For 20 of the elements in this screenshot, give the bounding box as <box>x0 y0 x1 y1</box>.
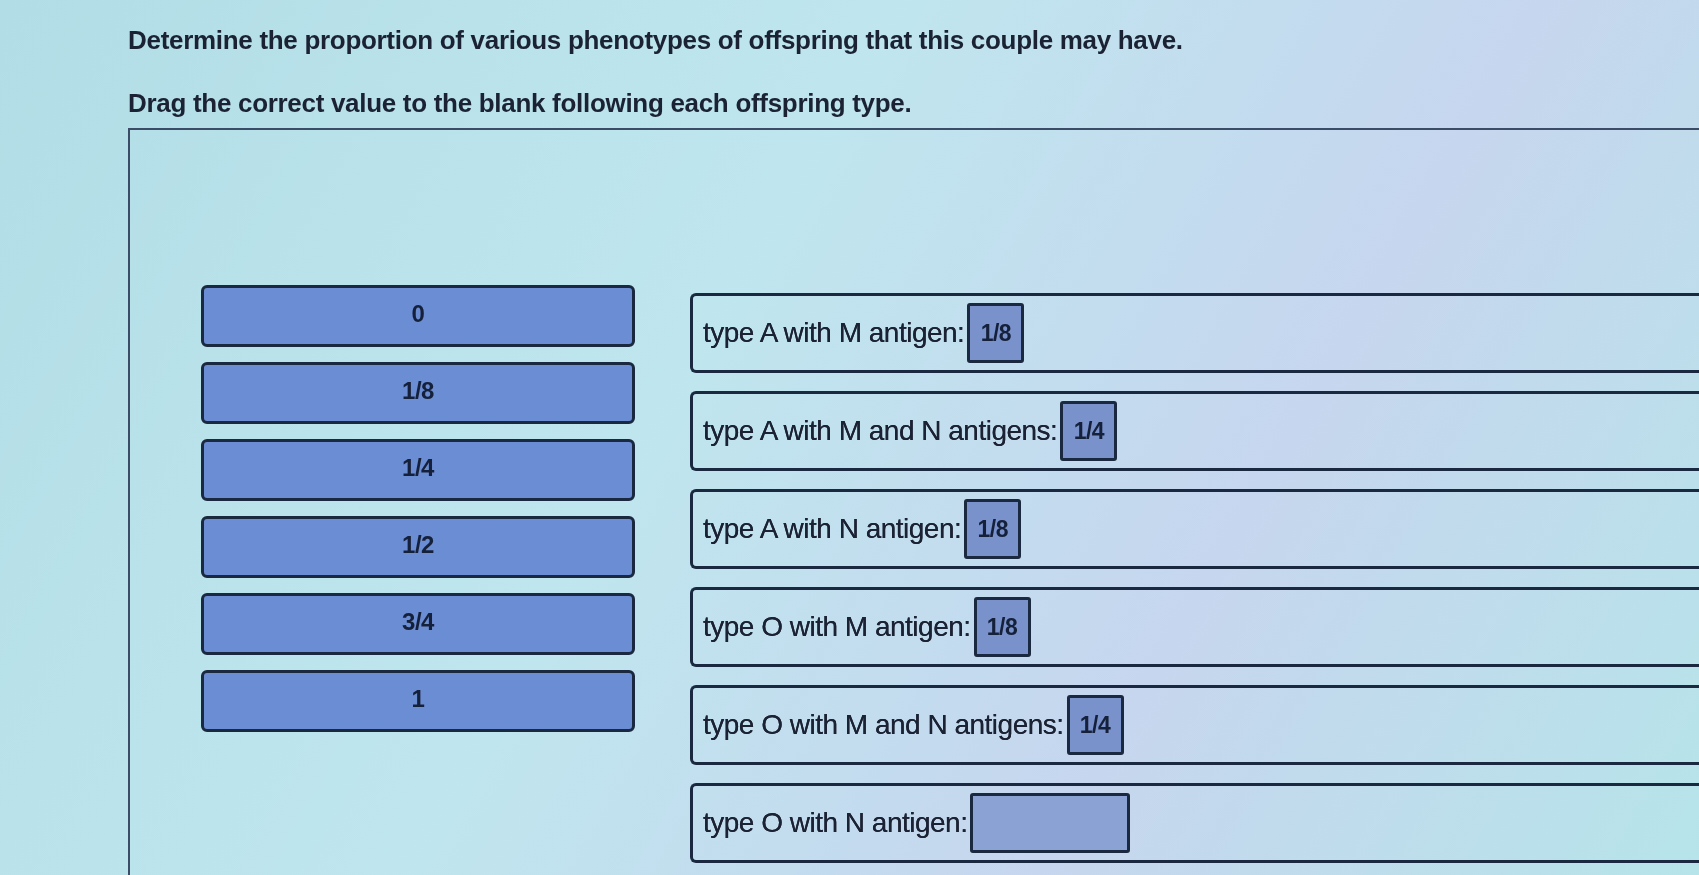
phenotype-label: type A with M antigen: <box>703 317 965 349</box>
answer-box[interactable]: 1/4 <box>1066 695 1124 755</box>
answer-box[interactable] <box>970 793 1131 853</box>
phenotype-label: type A with M and N antigens: <box>703 415 1058 447</box>
answer-box[interactable]: 1/4 <box>1060 401 1118 461</box>
phenotype-label: type O with N antigen: <box>703 807 968 839</box>
answer-box[interactable]: 1/8 <box>964 499 1022 559</box>
instruction-text: Drag the correct value to the blank following each offspring type. <box>128 87 912 119</box>
answer-box[interactable]: 1/8 <box>973 597 1031 657</box>
value-tile[interactable]: 1/4 <box>201 439 635 501</box>
value-tile[interactable]: 1/8 <box>201 362 635 424</box>
phenotype-label: type O with M antigen: <box>703 611 971 643</box>
answer-box[interactable]: 1/8 <box>967 303 1025 363</box>
phenotype-label: type A with N antigen: <box>703 513 962 545</box>
instruction-text: Determine the proportion of various phenotypes of offspring that this couple may have. <box>128 24 1183 56</box>
phenotype-label: type O with M and N antigens: <box>703 709 1064 741</box>
value-tile[interactable]: 1 <box>201 670 635 732</box>
value-tile[interactable]: 1/2 <box>201 516 635 578</box>
value-tile[interactable]: 3/4 <box>201 593 635 655</box>
value-tile[interactable]: 0 <box>201 285 635 347</box>
